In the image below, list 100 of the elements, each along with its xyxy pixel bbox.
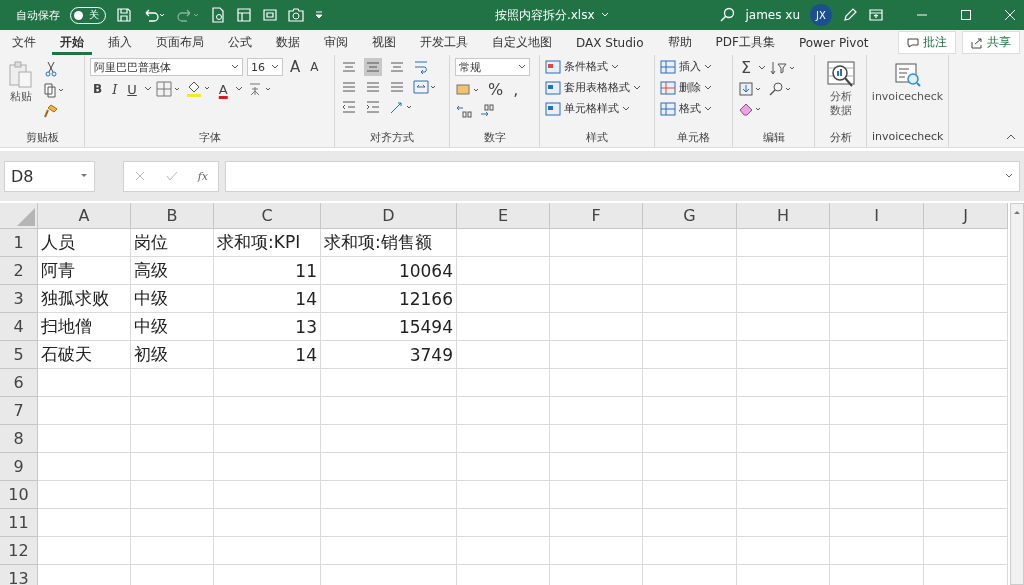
column-header[interactable]: G (643, 203, 737, 228)
merge-icon[interactable] (412, 78, 438, 96)
decrease-indent-icon[interactable] (340, 98, 358, 116)
row-header[interactable]: 11 (0, 509, 38, 537)
vertical-scrollbar[interactable] (1010, 203, 1024, 585)
font-color-button[interactable]: A (215, 81, 231, 97)
row-header[interactable]: 9 (0, 453, 38, 481)
column-header[interactable]: D (321, 203, 457, 228)
row-header[interactable]: 2 (0, 257, 38, 285)
cells-menu-button[interactable]: 格式 (660, 100, 727, 117)
ribbon-tab[interactable]: 公式 (220, 30, 260, 55)
row-header[interactable]: 4 (0, 313, 38, 341)
caret-icon[interactable] (234, 86, 243, 92)
ribbon-tab[interactable]: 文件 (4, 30, 44, 55)
row-header[interactable]: 6 (0, 369, 38, 397)
italic-button[interactable]: I (109, 81, 121, 97)
comment-button[interactable]: 批注 (898, 31, 956, 54)
caret-icon[interactable] (143, 86, 152, 92)
camera-icon[interactable] (288, 7, 304, 23)
ribbon-tab[interactable]: DAX Studio (568, 30, 652, 55)
search-icon[interactable] (719, 7, 736, 23)
ribbon-tab[interactable]: 审阅 (316, 30, 356, 55)
fill-color-icon[interactable] (185, 80, 212, 98)
row-header[interactable]: 5 (0, 341, 38, 369)
paste-button[interactable]: 粘贴 (5, 58, 37, 130)
clipboard-icon (7, 60, 35, 90)
redo-icon[interactable] (176, 7, 200, 23)
table-icon[interactable] (262, 7, 278, 23)
row-header[interactable]: 1 (0, 229, 38, 257)
increase-indent-icon[interactable] (364, 98, 382, 116)
row-header[interactable]: 3 (0, 285, 38, 313)
ribbon-tab[interactable]: Power Pivot (790, 30, 877, 55)
save-icon[interactable] (116, 7, 132, 23)
user-name[interactable]: james xu (745, 8, 800, 22)
cells-menu-button[interactable]: 删除 (660, 79, 727, 96)
column-header[interactable]: C (214, 203, 321, 228)
styles-menu-button[interactable]: 套用表格格式 (545, 79, 649, 96)
number-format-dropdown[interactable]: 常规 (455, 58, 530, 76)
row-header[interactable]: 13 (0, 565, 38, 585)
column-header[interactable]: J (924, 203, 1008, 228)
window-title[interactable]: 按照内容拆分.xlsx (494, 6, 595, 24)
triangle-icon (15, 206, 35, 226)
collapse-ribbon-icon[interactable] (1006, 133, 1016, 141)
column-header[interactable]: A (38, 203, 131, 228)
column-header[interactable]: F (550, 203, 643, 228)
ribbon-tab[interactable]: 自定义地图 (484, 30, 560, 55)
table-cell: 中级 (131, 285, 214, 313)
comma-style-button[interactable]: , (510, 80, 522, 99)
column-header[interactable]: I (830, 203, 924, 228)
column-header[interactable]: H (737, 203, 830, 228)
row-header[interactable]: 8 (0, 425, 38, 453)
name-box[interactable]: D8 (4, 160, 95, 192)
cells-menu-button[interactable]: 插入 (660, 58, 727, 75)
user-avatar[interactable]: JX (810, 4, 832, 26)
pen-icon[interactable] (842, 7, 858, 23)
styles-menu-button[interactable]: 单元格样式 (545, 100, 649, 117)
table-icon (660, 59, 676, 74)
grow-font-button[interactable]: A (287, 58, 304, 76)
wrap-text-icon[interactable] (412, 58, 430, 76)
caret-icon[interactable] (758, 64, 767, 71)
analyze-data-button[interactable]: 分析 数据 (823, 58, 858, 120)
bold-button[interactable]: B (90, 82, 106, 96)
caret-icon (622, 105, 630, 112)
insert-function-button[interactable]: fx (197, 169, 209, 183)
ribbon-tab[interactable]: PDF工具集 (707, 30, 783, 55)
ribbon-tab[interactable]: 视图 (364, 30, 404, 55)
maximize-icon[interactable] (960, 9, 972, 21)
caret-icon (704, 84, 712, 91)
format-painter-icon[interactable] (43, 103, 59, 119)
expand-icon[interactable] (1005, 173, 1013, 179)
share-button[interactable]: 共享 (962, 31, 1020, 54)
row-header[interactable]: 12 (0, 537, 38, 565)
increase-decimal-icon[interactable] (455, 103, 473, 119)
ribbon-display-icon[interactable] (868, 7, 884, 23)
caret-icon (231, 64, 239, 70)
row-header[interactable]: 7 (0, 397, 38, 425)
underline-button[interactable]: U (124, 81, 140, 97)
shrink-font-button[interactable]: A (307, 60, 322, 74)
percent-button[interactable]: % (485, 80, 507, 99)
customize-caret-icon[interactable] (314, 10, 324, 20)
caret-icon (80, 173, 88, 179)
form-icon[interactable] (236, 7, 252, 23)
styles-menu-button[interactable]: 条件格式 (545, 58, 649, 75)
invoicecheck-button[interactable]: invoicecheck (869, 58, 946, 106)
document-icon[interactable] (210, 7, 226, 23)
ribbon-tab[interactable]: 页面布局 (148, 30, 212, 55)
ribbon-tab[interactable]: 插入 (100, 30, 140, 55)
close-icon[interactable] (1004, 9, 1016, 21)
font-name-dropdown[interactable]: 阿里巴巴普惠体 (90, 58, 243, 76)
cut-icon[interactable] (43, 61, 59, 77)
row-header[interactable]: 10 (0, 481, 38, 509)
autosum-button[interactable]: Σ (738, 58, 755, 77)
ribbon-tab[interactable]: 数据 (268, 30, 308, 55)
font-size-dropdown[interactable]: 16 (247, 58, 283, 76)
formula-input[interactable] (225, 160, 1020, 192)
sort-filter-icon[interactable] (770, 59, 797, 76)
ribbon-tab[interactable]: 帮助 (659, 30, 700, 55)
ribbon-tab[interactable]: 开发工具 (412, 30, 476, 55)
column-header[interactable]: B (131, 203, 214, 228)
column-header[interactable]: E (457, 203, 550, 228)
